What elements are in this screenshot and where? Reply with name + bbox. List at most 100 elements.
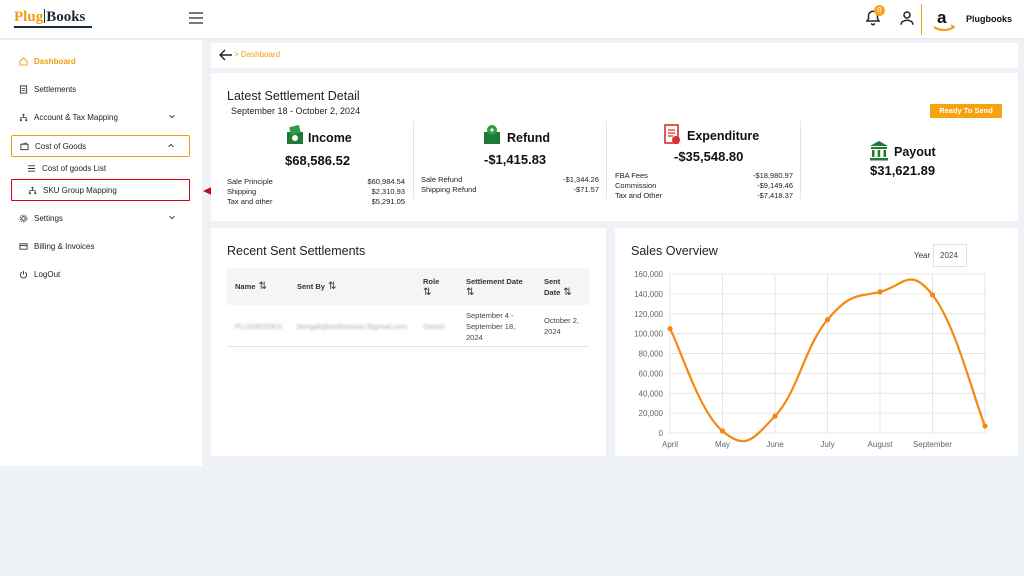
y-tick-label: 40,000 xyxy=(639,389,664,398)
sidebar-item-sku-group-mapping[interactable]: SKU Group Mapping xyxy=(11,179,190,201)
sidebar-item-dashboard[interactable]: Dashboard xyxy=(11,50,190,72)
sidebar: Dashboard Settlements Account & Tax Mapp… xyxy=(0,40,202,466)
ready-to-send-badge[interactable]: Ready To Send xyxy=(930,104,1002,118)
cell-name: PLUGBOOKS xyxy=(235,322,283,331)
y-tick-label: 120,000 xyxy=(634,310,663,319)
wallet-icon xyxy=(20,141,29,150)
sidebar-item-label: SKU Group Mapping xyxy=(43,185,117,195)
store-name[interactable]: Plugbooks xyxy=(966,14,1012,24)
income-row-value: $60,984.54 xyxy=(367,177,405,186)
y-tick-label: 0 xyxy=(659,429,664,438)
expenditure-row-value: -$7,418.37 xyxy=(757,191,793,200)
column-header-sent-date[interactable]: Sent Date ⇅ xyxy=(544,276,589,298)
y-tick-label: 160,000 xyxy=(634,270,663,279)
sidebar-item-label: Settlements xyxy=(34,84,77,94)
latest-settlement-card: Latest Settlement Detail September 18 - … xyxy=(211,73,1018,221)
hierarchy-icon xyxy=(28,186,37,194)
sort-icon: ⇅ xyxy=(563,287,572,298)
expenditure-row-label: FBA Fees xyxy=(615,171,648,180)
chevron-up-icon xyxy=(168,143,174,148)
refund-row-value: -$1,344.26 xyxy=(563,175,599,184)
refund-money-icon xyxy=(484,125,500,144)
column-divider xyxy=(800,121,801,199)
cell-settlement-date: September 4 - September 18, 2024 xyxy=(466,311,516,342)
user-icon[interactable] xyxy=(898,9,916,27)
sidebar-item-label: Account & Tax Mapping xyxy=(34,112,118,122)
card-icon xyxy=(19,242,28,250)
data-point xyxy=(667,326,673,332)
column-divider xyxy=(413,121,414,199)
app-logo[interactable]: Plug Books xyxy=(14,9,85,26)
logo-text-right: Books xyxy=(46,9,86,25)
settlement-date-range: September 18 - October 2, 2024 xyxy=(231,106,361,116)
data-point xyxy=(719,428,726,434)
sidebar-item-logout[interactable]: LogOut xyxy=(11,263,190,285)
top-bar: Plug Books 0 a Plugbooks xyxy=(0,0,1024,39)
column-header-settlement-date[interactable]: Settlement Date ⇅ xyxy=(466,276,536,298)
sort-icon: ⇅ xyxy=(466,287,475,298)
y-tick-label: 60,000 xyxy=(639,369,664,378)
x-tick-label: September xyxy=(913,440,952,449)
data-point xyxy=(824,317,831,323)
cell-sent-by: bengali@webmusari.fbgmail.com xyxy=(297,322,408,331)
expenditure-row-label: Tax and Other xyxy=(615,191,663,200)
x-tick-label: July xyxy=(820,440,834,449)
income-row-label: Sale Principle xyxy=(227,177,273,186)
sidebar-item-billing-invoices[interactable]: Billing & Invoices xyxy=(11,235,190,257)
income-row-label: Shipping xyxy=(227,187,257,196)
sidebar-item-account-tax-mapping[interactable]: Account & Tax Mapping xyxy=(11,106,190,128)
breadcrumb-dashboard-link[interactable]: > Dashboard xyxy=(234,50,280,59)
header-divider xyxy=(921,4,922,35)
sidebar-item-cost-of-goods-list[interactable]: Cost of goods List xyxy=(11,157,190,179)
x-tick-label: August xyxy=(868,440,894,449)
column-divider xyxy=(606,121,607,199)
sort-icon: ⇅ xyxy=(423,287,432,298)
sidebar-item-label: Cost of Goods xyxy=(35,141,87,151)
sidebar-item-cost-of-goods[interactable]: Cost of Goods xyxy=(11,135,190,157)
sidebar-item-settings[interactable]: Settings xyxy=(11,207,190,229)
breadcrumb: > Dashboard xyxy=(211,43,1018,68)
chevron-down-icon xyxy=(169,114,175,119)
recent-settlements-card: Recent Sent Settlements Name ⇅ Sent By ⇅ R… xyxy=(211,228,606,456)
expenditure-row-value: -$18,980.97 xyxy=(752,171,793,180)
sales-overview-card: Sales Overview Year 2024 0 20,000 40,000 60… xyxy=(615,228,1018,456)
expenditure-row-value: -$9,149.46 xyxy=(757,181,793,190)
list-icon xyxy=(27,164,36,172)
table-row[interactable]: PLUGBOOKS bengali@webmusari.fbgmail.com … xyxy=(227,305,589,347)
data-point xyxy=(929,292,936,298)
x-tick-label: April xyxy=(662,440,678,449)
expenditure-title: Expenditure xyxy=(687,129,760,143)
payout-title: Payout xyxy=(894,145,936,159)
home-icon xyxy=(19,56,28,66)
svg-text:a: a xyxy=(937,8,947,27)
sidebar-item-label: Cost of goods List xyxy=(42,163,107,173)
bank-icon xyxy=(870,141,888,161)
sidebar-item-settlements[interactable]: Settlements xyxy=(11,78,190,100)
income-amount: $68,586.52 xyxy=(285,153,351,168)
menu-toggle-icon[interactable] xyxy=(189,12,203,24)
sales-line-chart: 0 20,000 40,000 60,000 80,000 100,000 120,000 1… xyxy=(634,270,988,449)
income-row-value: $2,310.93 xyxy=(371,187,405,196)
income-title: Income xyxy=(308,131,352,145)
y-tick-label: 100,000 xyxy=(634,330,663,339)
back-arrow-icon[interactable] xyxy=(219,49,233,61)
column-header-role[interactable]: Role ⇅ xyxy=(423,276,453,298)
expenditure-invoice-icon xyxy=(664,124,680,144)
logo-underline xyxy=(14,26,92,28)
notification-badge: 0 xyxy=(874,5,885,16)
expenditure-amount: -$35,548.80 xyxy=(674,149,744,164)
sidebar-item-label: Settings xyxy=(34,213,63,223)
sidebar-item-label: Dashboard xyxy=(34,56,76,66)
income-money-icon xyxy=(287,124,303,144)
refund-row-label: Sale Refund xyxy=(421,175,463,184)
refund-row-value: -$71.57 xyxy=(573,185,599,194)
cell-role: Owner xyxy=(423,322,446,331)
x-tick-label: May xyxy=(715,440,730,449)
income-row-value: $5,291.05 xyxy=(371,197,405,206)
hierarchy-icon xyxy=(19,113,28,121)
column-header-name[interactable]: Name ⇅ xyxy=(235,281,267,292)
data-point xyxy=(772,413,778,419)
income-row-label: Tax and other xyxy=(227,197,273,206)
gear-icon xyxy=(19,214,28,222)
column-header-sent-by[interactable]: Sent By ⇅ xyxy=(297,281,336,292)
